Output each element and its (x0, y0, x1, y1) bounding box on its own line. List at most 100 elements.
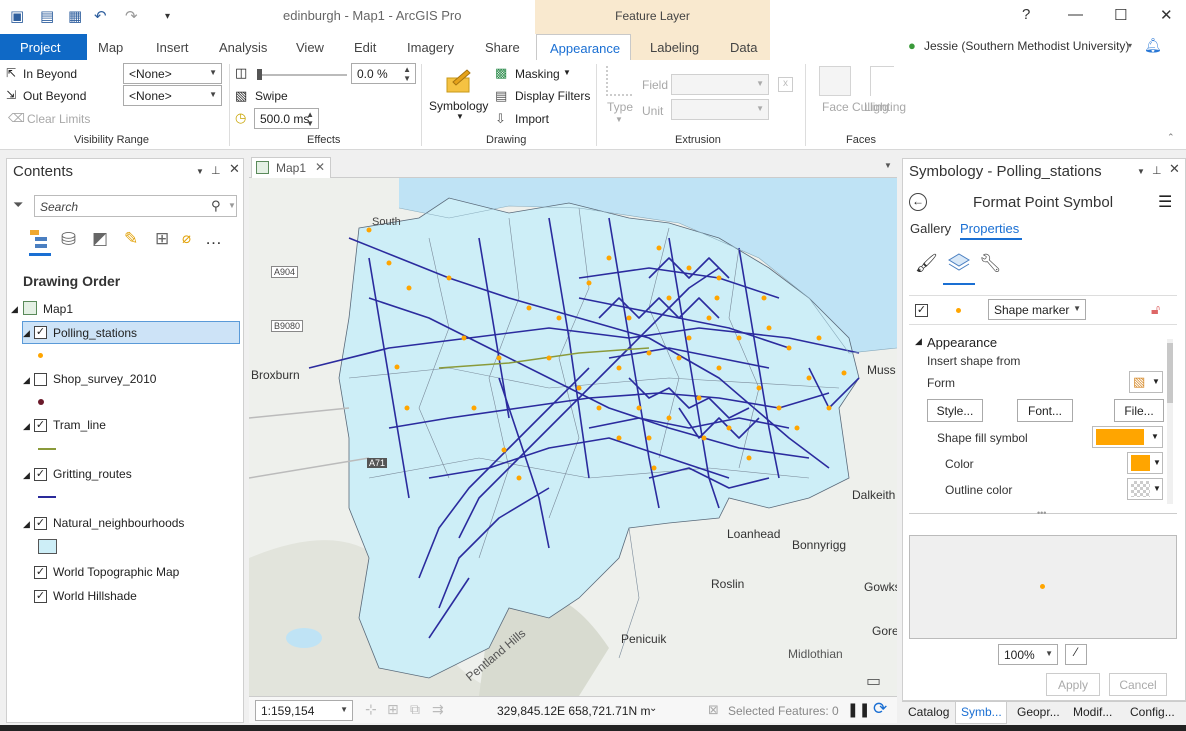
tab-map[interactable]: Map (98, 40, 123, 55)
layer-name-shop[interactable]: Shop_survey_2010 (53, 372, 156, 386)
pin-icon[interactable]: ⊥ (211, 164, 221, 177)
minimize-button[interactable]: — (1068, 6, 1083, 23)
expression-icon[interactable]: x (778, 77, 793, 92)
symbology-button[interactable]: Symbology (429, 99, 488, 113)
tab-edit[interactable]: Edit (354, 40, 376, 55)
expand-icon[interactable]: ◢ (23, 375, 30, 386)
tab-labeling[interactable]: Labeling (650, 40, 699, 55)
fixed-zoom-icon[interactable]: ⊹ (365, 701, 377, 718)
transparency-slider[interactable] (257, 74, 347, 76)
neighbourhoods-symbol-swatch[interactable] (38, 539, 57, 554)
expand-icon[interactable]: ◢ (23, 470, 30, 481)
map-details-icon[interactable]: ▭ (866, 671, 881, 691)
customize-toolbar-icon[interactable]: ▾ (165, 11, 170, 22)
tab-insert[interactable]: Insert (156, 40, 189, 55)
close-pane-icon[interactable]: ✕ (1169, 161, 1180, 177)
close-pane-icon[interactable]: ✕ (229, 161, 240, 177)
back-icon[interactable]: ← (909, 193, 927, 211)
tab-symbology-active[interactable]: Symb... (955, 702, 1007, 724)
scale-select[interactable]: 1:159,154 ▼ (255, 700, 353, 721)
cancel-button[interactable]: Cancel (1109, 673, 1167, 696)
layer-name-neighbourhoods[interactable]: Natural_neighbourhoods (53, 516, 184, 530)
tab-configure[interactable]: Config... (1130, 705, 1175, 719)
scrollbar-thumb[interactable] (1167, 343, 1173, 403)
layer-name-topographic[interactable]: World Topographic Map (53, 565, 179, 579)
out-beyond-button[interactable]: Out Beyond (23, 89, 86, 103)
display-filters-button[interactable]: Display Filters (515, 89, 590, 103)
tab-share[interactable]: Share (485, 40, 520, 55)
list-by-source-icon[interactable]: ⛁ (61, 229, 76, 250)
layer-checkbox-tram[interactable]: ✓ (34, 419, 47, 432)
shape-fill-symbol-picker[interactable]: ▼ (1092, 426, 1163, 448)
pin-icon[interactable]: ⊥ (1152, 164, 1162, 177)
layer-name-tram[interactable]: Tram_line (53, 418, 106, 432)
layer-checkbox-hillshade[interactable]: ✓ (34, 590, 47, 603)
user-dropdown-icon[interactable]: ▾ (1128, 41, 1132, 50)
lighting-button[interactable]: Lighting (864, 100, 906, 114)
snapping-icon[interactable]: ⧉ (410, 701, 420, 718)
close-button[interactable]: ✕ (1160, 6, 1173, 24)
expand-icon[interactable]: ◢ (11, 304, 18, 315)
close-tab-icon[interactable]: ✕ (315, 160, 325, 174)
tab-imagery[interactable]: Imagery (407, 40, 454, 55)
tab-modify[interactable]: Modif... (1073, 705, 1112, 719)
in-beyond-button[interactable]: In Beyond (23, 67, 77, 81)
tab-properties[interactable]: Properties (960, 221, 1019, 236)
save-icon[interactable]: ▦ (68, 7, 82, 25)
apply-button[interactable]: Apply (1046, 673, 1100, 696)
masking-dropdown-icon[interactable]: ▼ (563, 68, 571, 77)
symbology-dropdown-icon[interactable]: ▼ (456, 112, 464, 121)
refresh-icon[interactable]: ⟳ (873, 699, 887, 719)
transparency-slider-thumb[interactable] (257, 69, 262, 80)
spin-icon[interactable]: ▲ ▼ (403, 65, 411, 83)
polling-symbol-swatch[interactable] (38, 353, 43, 358)
user-account[interactable]: Jessie (Southern Methodist University) (924, 39, 1129, 53)
tab-project[interactable]: Project (0, 34, 87, 60)
filter-icon[interactable]: ⏷ (13, 197, 23, 213)
tram-symbol-swatch[interactable] (38, 448, 56, 450)
symbol-layer-checkbox[interactable]: ✓ (915, 304, 928, 317)
list-by-editing-icon[interactable]: ✎ (124, 229, 138, 249)
search-icon[interactable]: ⚲ (211, 198, 221, 214)
list-by-snapping-icon[interactable]: ⊞ (155, 229, 169, 249)
tab-appearance[interactable]: Appearance (536, 34, 631, 60)
maximize-button[interactable]: ☐ (1114, 6, 1127, 24)
preview-zoom-select[interactable]: 100% ▼ (998, 644, 1058, 665)
pause-drawing-icon[interactable]: ❚❚ (847, 701, 870, 718)
layers-icon[interactable] (947, 251, 971, 275)
style-button[interactable]: Style... (927, 399, 983, 422)
color-picker[interactable]: ▼ (1127, 452, 1163, 474)
map-name[interactable]: Map1 (43, 302, 73, 316)
layer-checkbox-neighbourhoods[interactable]: ✓ (34, 517, 47, 530)
collapse-icon[interactable]: ◢ (915, 336, 922, 347)
flicker-input[interactable]: 500.0 ms ▲ ▼ (254, 108, 319, 129)
pane-menu-icon[interactable]: ▼ (196, 167, 204, 176)
expand-icon[interactable]: ◢ (23, 328, 30, 339)
selected-features-count[interactable]: Selected Features: 0 (728, 704, 839, 718)
masking-button[interactable]: Masking (515, 67, 560, 81)
in-beyond-select[interactable]: <None> ▼ (123, 63, 222, 84)
menu-icon[interactable]: ☰ (1158, 192, 1172, 212)
font-button[interactable]: Font... (1017, 399, 1073, 422)
more-options-icon[interactable]: … (205, 229, 222, 249)
out-beyond-select[interactable]: <None> ▼ (123, 85, 222, 106)
list-by-selection-icon[interactable]: ◩ (92, 229, 108, 249)
swipe-button[interactable]: Swipe (255, 89, 288, 103)
tab-view[interactable]: View (296, 40, 324, 55)
form-picker[interactable]: ▧ ▼ (1129, 371, 1163, 393)
marker-type-select[interactable]: Shape marker ▼ (988, 299, 1086, 320)
layer-checkbox-polling[interactable]: ✓ (34, 326, 47, 339)
expand-icon[interactable]: ◢ (23, 519, 30, 530)
search-input[interactable]: Search ⚲ ▼ (34, 195, 237, 217)
map-tab[interactable]: Map1 ✕ (251, 157, 331, 178)
transparency-input[interactable]: 0.0 % ▲ ▼ (351, 63, 416, 84)
redo-icon[interactable]: ↷ (125, 7, 138, 25)
field-select[interactable]: ▼ (671, 74, 769, 95)
list-by-drawing-order-icon[interactable] (29, 229, 51, 251)
extrusion-type-dropdown-icon[interactable]: ▼ (615, 115, 623, 124)
tab-analysis[interactable]: Analysis (219, 40, 267, 55)
layer-checkbox-shop[interactable] (34, 373, 47, 386)
extrusion-type-button[interactable]: Type (607, 100, 633, 114)
unit-select[interactable]: ▼ (671, 99, 769, 120)
pane-menu-icon[interactable]: ▼ (1137, 167, 1145, 176)
